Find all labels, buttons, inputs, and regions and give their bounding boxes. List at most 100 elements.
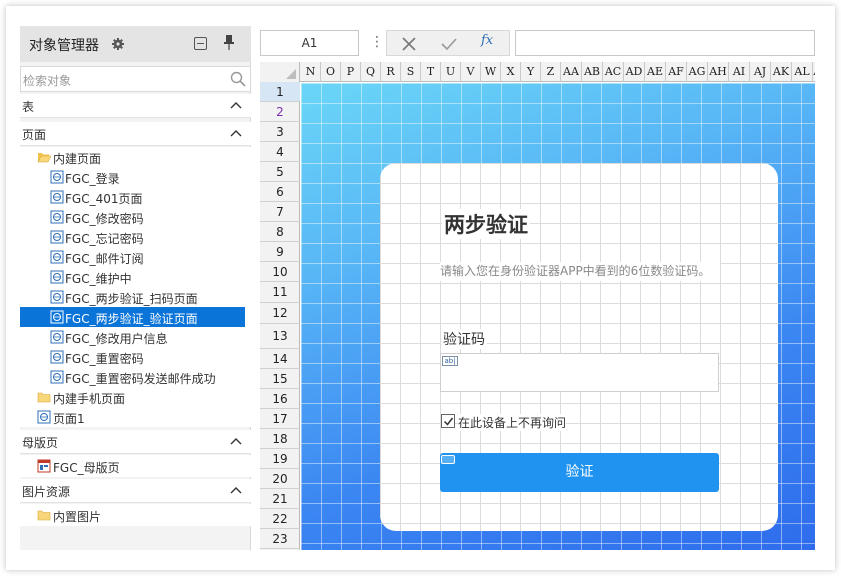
panel-header: 对象管理器 bbox=[20, 26, 251, 62]
column-header[interactable]: AH bbox=[708, 62, 729, 82]
cell-reference-box[interactable]: A1 bbox=[260, 30, 359, 56]
tree-item-page[interactable]: FGC_修改密码 bbox=[20, 207, 245, 227]
search-input[interactable]: 检索对象 bbox=[20, 66, 251, 92]
column-header[interactable]: AC bbox=[603, 62, 624, 82]
row-header[interactable]: 9 bbox=[260, 242, 300, 262]
tree-item-label: FGC_修改密码 bbox=[65, 212, 144, 226]
column-header[interactable]: Z bbox=[541, 62, 561, 82]
more-options-icon[interactable]: ⋮ bbox=[370, 34, 384, 50]
tree-item-label: FGC_邮件订阅 bbox=[65, 252, 144, 266]
section-master[interactable]: 母版页 bbox=[20, 430, 251, 454]
row-header[interactable]: 19 bbox=[260, 449, 300, 469]
tree-item-builtin-images[interactable]: 内置图片 bbox=[20, 505, 245, 525]
cancel-icon[interactable] bbox=[399, 34, 419, 54]
section-master-label: 母版页 bbox=[22, 436, 59, 450]
column-header[interactable]: R bbox=[381, 62, 401, 82]
column-header[interactable]: AJ bbox=[750, 62, 771, 82]
column-header[interactable]: V bbox=[461, 62, 481, 82]
row-header[interactable]: 4 bbox=[260, 142, 300, 162]
row-header[interactable]: 13 bbox=[260, 324, 300, 349]
form-description[interactable]: 请输入您在身份验证器APP中看到的6位数验证码。 bbox=[440, 262, 720, 281]
select-all-corner[interactable] bbox=[260, 62, 300, 82]
column-header[interactable]: AD bbox=[624, 62, 645, 82]
form-title[interactable]: 两步验证 bbox=[442, 209, 530, 239]
tree-item-page[interactable]: FGC_重置密码发送邮件成功 bbox=[20, 367, 245, 387]
column-header[interactable]: W bbox=[481, 62, 501, 82]
section-page[interactable]: 页面 bbox=[20, 122, 251, 146]
collapse-panel-icon[interactable] bbox=[194, 37, 207, 50]
tree-item-master-page[interactable]: FGC_母版页 bbox=[20, 456, 245, 476]
row-header[interactable]: 22 bbox=[260, 509, 300, 529]
row-header[interactable]: 5 bbox=[260, 162, 300, 182]
verify-button[interactable]: 验证 bbox=[440, 453, 719, 492]
row-header[interactable]: 1 bbox=[260, 82, 300, 102]
column-header[interactable]: AI bbox=[729, 62, 750, 82]
row-header[interactable]: 7 bbox=[260, 202, 300, 222]
search-placeholder: 检索对象 bbox=[23, 74, 72, 88]
row-header[interactable]: 17 bbox=[260, 409, 300, 429]
checkmark-icon bbox=[443, 417, 454, 426]
column-header[interactable]: P bbox=[341, 62, 361, 82]
tree-item-mobile-pages[interactable]: 内建手机页面 bbox=[20, 387, 245, 407]
row-header[interactable]: 23 bbox=[260, 529, 300, 549]
row-header[interactable]: 14 bbox=[260, 349, 300, 369]
function-icon[interactable]: fx bbox=[481, 33, 501, 53]
formula-input[interactable] bbox=[515, 30, 815, 56]
column-header[interactable]: X bbox=[501, 62, 521, 82]
column-header[interactable]: S bbox=[401, 62, 421, 82]
chevron-up-icon[interactable] bbox=[230, 101, 242, 109]
code-label[interactable]: 验证码 bbox=[441, 329, 487, 349]
page-canvas[interactable]: 两步验证 请输入您在身份验证器APP中看到的6位数验证码。 验证码 ab| 在此… bbox=[301, 83, 815, 550]
tree-item-page[interactable]: FGC_两步验证_验证页面 bbox=[20, 307, 245, 327]
confirm-icon[interactable] bbox=[439, 34, 459, 54]
tree-item-page[interactable]: FGC_401页面 bbox=[20, 187, 245, 207]
section-table[interactable]: 表 bbox=[20, 94, 251, 118]
column-header[interactable]: AA bbox=[561, 62, 582, 82]
row-header[interactable]: 10 bbox=[260, 262, 300, 282]
row-header[interactable]: 18 bbox=[260, 429, 300, 449]
tree-item-builtin-pages[interactable]: 内建页面 bbox=[20, 147, 245, 167]
column-header[interactable]: AE bbox=[645, 62, 666, 82]
chevron-up-icon[interactable] bbox=[230, 486, 242, 494]
column-header[interactable]: AG bbox=[687, 62, 708, 82]
tree-item-page[interactable]: FGC_重置密码 bbox=[20, 347, 245, 367]
tree-item-page[interactable]: FGC_登录 bbox=[20, 167, 245, 187]
tree-item-page[interactable]: FGC_修改用户信息 bbox=[20, 327, 245, 347]
tree-item-page[interactable]: FGC_忘记密码 bbox=[20, 227, 245, 247]
column-header[interactable]: AF bbox=[666, 62, 687, 82]
row-header[interactable]: 15 bbox=[260, 369, 300, 389]
column-header[interactable]: AB bbox=[582, 62, 603, 82]
column-header[interactable]: AL bbox=[792, 62, 813, 82]
row-header[interactable]: 12 bbox=[260, 303, 300, 324]
pin-icon[interactable] bbox=[223, 34, 235, 50]
column-header[interactable]: AK bbox=[771, 62, 792, 82]
images-tree: 内置图片 bbox=[20, 504, 251, 526]
row-header[interactable]: 20 bbox=[260, 469, 300, 489]
verification-code-input[interactable]: ab| bbox=[440, 353, 719, 392]
column-header[interactable]: Y bbox=[521, 62, 541, 82]
column-header[interactable]: T bbox=[421, 62, 441, 82]
chevron-up-icon[interactable] bbox=[230, 437, 242, 445]
section-images[interactable]: 图片资源 bbox=[20, 479, 251, 503]
row-header[interactable]: 2 bbox=[260, 102, 300, 122]
column-header[interactable]: AM bbox=[813, 62, 815, 82]
tree-item-page[interactable]: FGC_维护中 bbox=[20, 267, 245, 287]
remember-device-label[interactable]: 在此设备上不再询问 bbox=[458, 414, 567, 431]
row-header[interactable]: 8 bbox=[260, 222, 300, 242]
search-icon[interactable] bbox=[230, 71, 246, 87]
tree-item-page[interactable]: FGC_邮件订阅 bbox=[20, 247, 245, 267]
remember-device-checkbox[interactable] bbox=[441, 414, 455, 428]
column-header[interactable]: Q bbox=[361, 62, 381, 82]
column-header[interactable]: U bbox=[441, 62, 461, 82]
column-header[interactable]: N bbox=[301, 62, 321, 82]
gear-icon[interactable] bbox=[112, 38, 124, 50]
row-header[interactable]: 6 bbox=[260, 182, 300, 202]
column-header[interactable]: O bbox=[321, 62, 341, 82]
row-header[interactable]: 16 bbox=[260, 389, 300, 409]
row-header[interactable]: 3 bbox=[260, 122, 300, 142]
row-header[interactable]: 21 bbox=[260, 489, 300, 509]
chevron-up-icon[interactable] bbox=[230, 129, 242, 137]
tree-item-page[interactable]: FGC_两步验证_扫码页面 bbox=[20, 287, 245, 307]
row-header[interactable]: 11 bbox=[260, 282, 300, 303]
tree-item-page1[interactable]: 页面1 bbox=[20, 407, 245, 427]
